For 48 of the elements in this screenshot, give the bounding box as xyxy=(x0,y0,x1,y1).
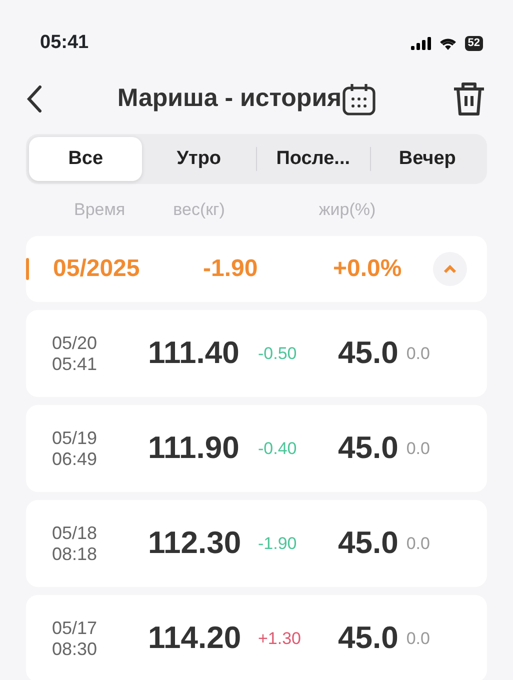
record-date: 05/20 xyxy=(52,332,98,354)
fat-value: 45.0 xyxy=(338,334,398,372)
column-header: жир(%) xyxy=(318,199,376,222)
fat-change: 0.0 xyxy=(406,342,430,365)
record-date: 05/17 xyxy=(52,618,98,638)
chevron-up-icon xyxy=(443,264,457,274)
calendar-icon[interactable] xyxy=(342,82,376,116)
weight-value: 112.30 xyxy=(148,524,242,562)
record-card[interactable]: 05/17 08:30 114.20 +1.30 45.0 0.0 xyxy=(26,595,487,680)
filter-tab[interactable]: Утро xyxy=(142,137,256,181)
fat-value: 45.0 xyxy=(338,524,398,562)
record-card[interactable]: 05/20 05:41 111.40 -0.50 45.0 0.0 xyxy=(26,310,487,397)
record-date: 05/18 xyxy=(52,522,98,544)
weight-value: 114.20 xyxy=(148,619,242,658)
column-header: Время xyxy=(74,199,126,222)
weight-change: +1.30 xyxy=(258,628,302,650)
filter-tab[interactable]: После... xyxy=(256,137,370,181)
month-fat-change: +0.0% xyxy=(333,254,403,284)
status-time: 05:41 xyxy=(40,30,89,55)
month-weight-change: -1.90 xyxy=(203,254,259,284)
month-label: 05/2025 xyxy=(53,254,141,284)
weight-value: 111.90 xyxy=(148,429,240,468)
back-icon[interactable] xyxy=(26,85,42,113)
wifi-icon xyxy=(438,36,457,50)
filter-tab[interactable]: Вечер xyxy=(370,137,484,181)
accent-bar xyxy=(26,258,29,280)
weight-change: -0.40 xyxy=(258,438,298,460)
record-time: 08:30 xyxy=(52,638,98,660)
weight-value: 111.40 xyxy=(148,334,240,372)
record-time: 06:49 xyxy=(52,448,98,470)
record-card[interactable]: 05/18 08:18 112.30 -1.90 45.0 0.0 xyxy=(26,500,487,587)
filter-tab[interactable]: Все xyxy=(29,137,142,181)
record-time: 08:18 xyxy=(52,544,98,564)
signal-icon xyxy=(410,36,431,50)
record-time: 05:41 xyxy=(52,354,98,374)
delete-icon[interactable] xyxy=(451,81,487,117)
fat-change: 0.0 xyxy=(406,532,430,555)
fat-change: 0.0 xyxy=(406,628,430,650)
screen-title: Мариша - история xyxy=(117,83,342,114)
record-card[interactable]: 05/19 06:49 111.90 -0.40 45.0 0.0 xyxy=(26,405,487,492)
fat-value: 45.0 xyxy=(338,619,398,658)
weight-change: -1.90 xyxy=(258,532,298,555)
fat-value: 45.0 xyxy=(338,429,398,468)
fat-change: 0.0 xyxy=(406,438,430,460)
weight-change: -0.50 xyxy=(258,342,298,365)
battery-icon: 52 xyxy=(464,36,483,50)
column-header: вес(кг) xyxy=(173,199,225,222)
record-date: 05/19 xyxy=(52,428,98,448)
